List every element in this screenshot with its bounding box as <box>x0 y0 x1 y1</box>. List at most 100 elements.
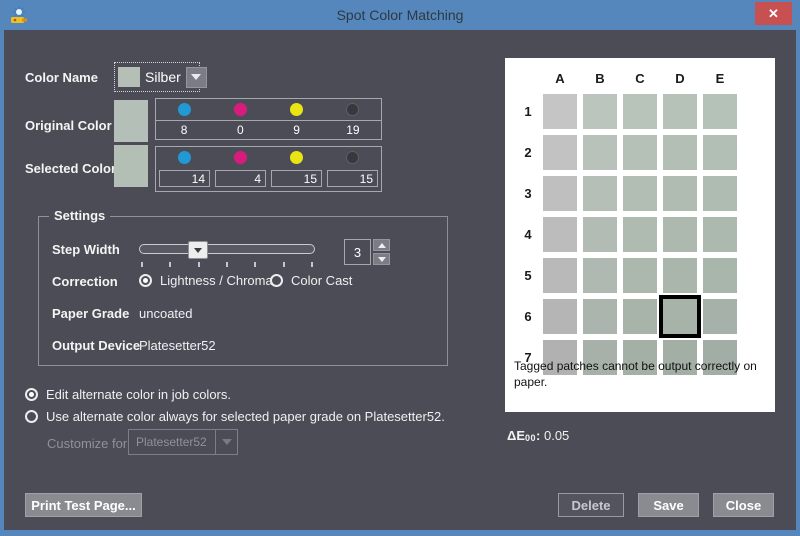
patch-cell-E1[interactable] <box>703 94 737 129</box>
column-header-C: C <box>635 70 645 86</box>
row-header-1: 1 <box>524 104 532 119</box>
customize-for-label: Customize for <box>47 436 128 451</box>
column-header-B: B <box>595 70 605 86</box>
close-window-button[interactable]: ✕ <box>755 2 792 25</box>
black-channel-value: 19 <box>346 123 360 137</box>
patch-cell-B6[interactable] <box>583 299 617 334</box>
use-alternate-radio[interactable]: Use alternate color always for selected … <box>25 409 445 424</box>
magenta-channel-input[interactable] <box>215 170 266 187</box>
patch-cell-E4[interactable] <box>703 217 737 252</box>
original-color-panel: 8 0 9 19 <box>155 98 382 140</box>
print-test-page-button[interactable]: Print Test Page... <box>25 493 142 517</box>
titlebar[interactable]: Spot Color Matching ✕ <box>0 0 800 30</box>
patch-row-5: 5 <box>513 258 743 293</box>
black-channel-dot <box>325 151 381 164</box>
magenta-channel-dot <box>212 103 268 116</box>
radio-icon[interactable] <box>139 274 152 287</box>
patch-cell-C5[interactable] <box>623 258 657 293</box>
patch-cell-D2[interactable] <box>663 135 697 170</box>
delete-button[interactable]: Delete <box>558 493 624 517</box>
correction-label: Correction <box>52 274 118 289</box>
patch-cell-E3[interactable] <box>703 176 737 211</box>
patch-row-2: 2 <box>513 135 743 170</box>
patch-cell-D5[interactable] <box>663 258 697 293</box>
delta-e-label: ΔE <box>507 428 526 443</box>
save-button[interactable]: Save <box>638 493 699 517</box>
chevron-down-icon[interactable] <box>185 66 207 88</box>
cyan-channel-dot <box>156 151 212 164</box>
selected-color-label: Selected Color <box>25 161 117 176</box>
patch-cell-D4[interactable] <box>663 217 697 252</box>
step-width-slider[interactable] <box>139 241 315 267</box>
slider-track[interactable] <box>139 244 315 254</box>
patch-cell-D1[interactable] <box>663 94 697 129</box>
cyan-channel-input[interactable] <box>159 170 210 187</box>
patch-preview-panel: ABCDE1234567 Tagged patches cannot be ou… <box>505 58 775 412</box>
color-name-value: Silber <box>145 69 181 85</box>
patch-cell-C3[interactable] <box>623 176 657 211</box>
patch-cell-C1[interactable] <box>623 94 657 129</box>
patch-cell-B3[interactable] <box>583 176 617 211</box>
patch-row-1: 1 <box>513 94 743 129</box>
yellow-channel-input[interactable] <box>271 170 322 187</box>
original-color-swatch <box>114 100 148 142</box>
patch-grid-header: A B C D E <box>513 66 743 90</box>
patch-cell-E5[interactable] <box>703 258 737 293</box>
column-header-A: A <box>555 70 565 86</box>
patch-cell-A2[interactable] <box>543 135 577 170</box>
patch-note: Tagged patches cannot be output correctl… <box>514 359 757 390</box>
yellow-channel-dot <box>269 151 325 164</box>
radio-icon[interactable] <box>270 274 283 287</box>
patch-row-6: 6 <box>513 299 743 334</box>
yellow-channel-value: 9 <box>293 123 300 137</box>
delta-e-separator: : <box>536 428 544 443</box>
patch-cell-D3[interactable] <box>663 176 697 211</box>
patch-cell-D6[interactable] <box>663 299 697 334</box>
patch-cell-C4[interactable] <box>623 217 657 252</box>
patch-cell-B5[interactable] <box>583 258 617 293</box>
spot-color-matching-dialog: Spot Color Matching ✕ Color Name Silber … <box>0 0 800 536</box>
spin-up-button[interactable] <box>373 239 390 251</box>
magenta-channel-dot <box>212 151 268 164</box>
customize-for-value: Platesetter52 <box>136 435 207 449</box>
patch-cell-E2[interactable] <box>703 135 737 170</box>
chevron-down-icon <box>215 430 237 454</box>
output-device-value: Platesetter52 <box>139 338 216 353</box>
row-header-4: 4 <box>524 227 532 242</box>
column-header-E: E <box>715 70 725 86</box>
settings-legend: Settings <box>49 208 111 223</box>
patch-cell-B2[interactable] <box>583 135 617 170</box>
black-channel-input[interactable] <box>327 170 378 187</box>
slider-thumb[interactable] <box>188 241 209 259</box>
patch-cell-A5[interactable] <box>543 258 577 293</box>
patch-cell-A4[interactable] <box>543 217 577 252</box>
patch-row-3: 3 <box>513 176 743 211</box>
column-header-D: D <box>675 70 685 86</box>
patch-cell-B4[interactable] <box>583 217 617 252</box>
yellow-channel-dot <box>269 103 325 116</box>
cyan-channel-value: 8 <box>180 123 188 137</box>
row-header-6: 6 <box>524 309 532 324</box>
patch-cell-A1[interactable] <box>543 94 577 129</box>
close-button[interactable]: Close <box>713 493 774 517</box>
settings-group: Settings Step Width 3 Correction Lightne… <box>38 208 448 366</box>
correction-option-colorcast[interactable]: Color Cast <box>270 273 352 288</box>
patch-cell-C6[interactable] <box>623 299 657 334</box>
radio-icon[interactable] <box>25 410 38 423</box>
patch-cell-B1[interactable] <box>583 94 617 129</box>
customize-for-dropdown[interactable]: Platesetter52 <box>128 429 238 455</box>
output-device-label: Output Device <box>52 338 141 353</box>
delta-e-readout: ΔE00: 0.05 <box>507 428 569 443</box>
cyan-channel-dot <box>156 103 212 116</box>
edit-alternate-radio[interactable]: Edit alternate color in job colors. <box>25 387 231 402</box>
patch-cell-A3[interactable] <box>543 176 577 211</box>
color-name-dropdown[interactable]: Silber <box>114 62 207 92</box>
correction-option-lightness[interactable]: Lightness / Chroma <box>139 273 273 288</box>
patch-cell-E6[interactable] <box>703 299 737 334</box>
patch-cell-A6[interactable] <box>543 299 577 334</box>
radio-icon[interactable] <box>25 388 38 401</box>
step-width-value[interactable]: 3 <box>344 239 371 265</box>
patch-cell-C2[interactable] <box>623 135 657 170</box>
row-header-2: 2 <box>524 145 532 160</box>
spin-down-button[interactable] <box>373 253 390 265</box>
